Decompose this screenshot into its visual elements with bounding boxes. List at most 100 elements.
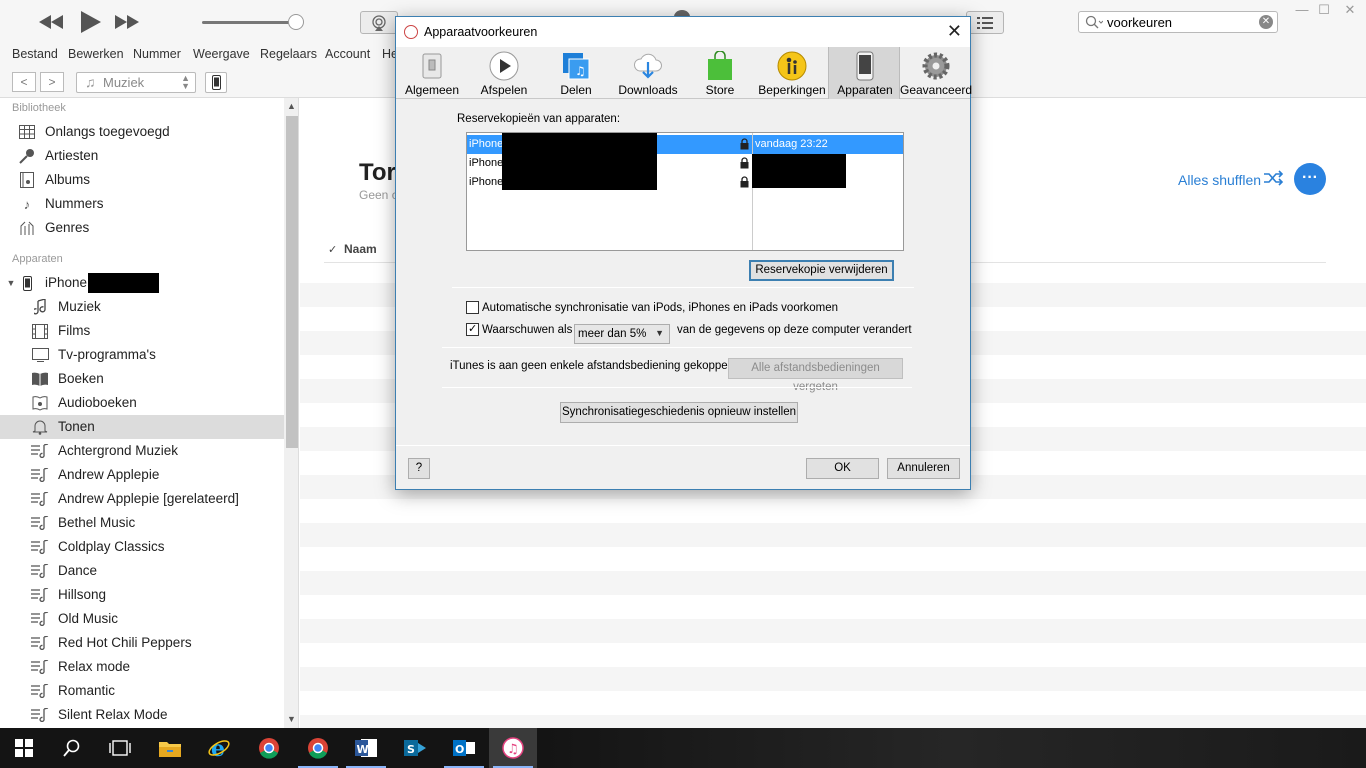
warn-threshold-select[interactable]: meer dan 5% ▼ [574,324,670,344]
sidebar-item-andrew-applepie-gerelateerd[interactable]: Andrew Applepie [gerelateerd] [0,487,284,511]
reset-sync-history-button[interactable]: Synchronisatiegeschiedenis opnieuw inste… [560,402,798,423]
redacted-block [88,273,159,293]
volume-slider[interactable] [202,21,296,24]
sidebar-item-label: Bethel Music [58,515,136,530]
sidebar-item-songs[interactable]: ♪ Nummers [0,192,284,216]
sidebar-item-artists[interactable]: Artiesten [0,144,284,168]
forget-remotes-button[interactable]: Alle afstandsbedieningen vergeten [728,358,903,393]
ok-button[interactable]: OK [806,458,879,479]
sidebar-item-muziek[interactable]: Muziek [0,295,284,319]
playlist-icon [31,514,49,532]
more-options-button[interactable]: ··· [1294,163,1326,195]
warn-checkbox[interactable]: ✓ [466,323,479,336]
cancel-button[interactable]: Annuleren [887,458,960,479]
fast-forward-icon [115,15,139,29]
sidebar-item-films[interactable]: Films [0,319,284,343]
tab-downloads[interactable]: Downloads [612,47,684,99]
sidebar-item-boeken[interactable]: Boeken [0,367,284,391]
close-window-button[interactable]: ✕ [1340,2,1360,18]
task-view-button[interactable] [96,728,144,768]
sidebar-device-iphone[interactable]: ▼ iPhone [0,271,284,295]
tab-afspelen[interactable]: Afspelen [468,47,540,99]
column-check-header[interactable]: ✓ [328,243,337,256]
search-icon [1085,15,1104,32]
search-input[interactable]: voorkeuren ✕ [1078,11,1278,33]
auto-sync-checkbox[interactable] [466,301,479,314]
scroll-up-icon[interactable]: ▲ [287,101,296,111]
outlook-button[interactable]: O [440,728,488,768]
menu-nummer[interactable]: Nummer [133,47,181,61]
sidebar-item-label: Artiesten [45,148,99,163]
menu-bestand[interactable]: Bestand [12,47,58,61]
scroll-down-icon[interactable]: ▼ [287,714,296,724]
sidebar-item-label: Films [58,323,91,338]
dialog-titlebar: Apparaatvoorkeuren ✕ [396,17,970,47]
menu-weergave[interactable]: Weergave [193,47,250,61]
tab-apparaten[interactable]: Apparaten [828,47,900,99]
delete-backup-button[interactable]: Reservekopie verwijderen [749,260,894,281]
maximize-button[interactable]: ☐ [1314,2,1334,18]
volume-knob[interactable] [288,14,304,30]
sidebar-item-andrew-applepie[interactable]: Andrew Applepie [0,463,284,487]
tab-algemeen[interactable]: Algemeen [396,47,468,99]
tab-delen[interactable]: ♫ Delen [540,47,612,99]
internet-explorer-button[interactable]: e [195,728,243,768]
chrome-button-2[interactable] [294,728,342,768]
sidebar-item-genres[interactable]: Genres [0,216,284,240]
sidebar-item-hillsong[interactable]: Hillsong [0,583,284,607]
help-button[interactable]: ? [408,458,430,479]
film-icon [31,322,49,340]
sidebar-item-albums[interactable]: Albums [0,168,284,192]
menu-account[interactable]: Account [325,47,370,61]
up-next-button[interactable] [966,11,1004,34]
sidebar-item-dance[interactable]: Dance [0,559,284,583]
sidebar-item-bethel-music[interactable]: Bethel Music [0,511,284,535]
back-button[interactable]: < [12,72,36,92]
device-button[interactable] [205,72,227,93]
separator [442,347,912,348]
tab-beperkingen[interactable]: Beperkingen [756,47,828,99]
sidebar-item-red-hot-chili-peppers[interactable]: Red Hot Chili Peppers [0,631,284,655]
taskbar-search-button[interactable] [48,728,96,768]
file-explorer-button[interactable] [146,728,194,768]
next-button[interactable] [112,8,142,36]
sidebar-item-achtergrond-muziek[interactable]: Achtergrond Muziek [0,439,284,463]
taskbar-background [540,728,1366,768]
sidebar-item-audioboeken[interactable]: Audioboeken [0,391,284,415]
sidebar-item-romantic[interactable]: Romantic [0,679,284,703]
chrome-button[interactable] [245,728,293,768]
sidebar-item-recent[interactable]: Onlangs toegevoegd [0,120,284,144]
sidebar-item-tv-programma-s[interactable]: Tv-programma's [0,343,284,367]
library-header: Bibliotheek [12,102,66,114]
playlist-icon [31,586,49,604]
menu-bewerken[interactable]: Bewerken [68,47,124,61]
backups-list[interactable]: iPhone vandaag 23:22 iPhone iPhone [466,132,904,251]
start-button[interactable] [0,728,48,768]
sidebar-item-coldplay-classics[interactable]: Coldplay Classics [0,535,284,559]
sidebar-item-tonen[interactable]: Tonen [0,415,284,439]
itunes-button[interactable]: ♫ [489,728,537,768]
sidebar-item-label: Dance [58,563,98,578]
media-kind-select[interactable]: ♫ Muziek ▲ ▼ [76,72,196,93]
previous-button[interactable] [36,8,66,36]
word-button[interactable]: W [342,728,390,768]
minimize-button[interactable]: — [1292,2,1312,18]
clear-search-icon[interactable]: ✕ [1259,15,1273,29]
forward-button[interactable]: > [40,72,64,92]
sharepoint-button[interactable]: S [391,728,439,768]
airplay-button[interactable] [360,11,398,34]
tab-geavanceerd[interactable]: Geavanceerd [900,47,972,99]
sidebar-scroll-thumb[interactable] [286,116,298,448]
sidebar-item-relax-mode[interactable]: Relax mode [0,655,284,679]
close-icon[interactable]: ✕ [947,21,962,42]
shuffle-all-link[interactable]: Alles shufflen [1178,172,1261,188]
play-button[interactable] [76,8,106,36]
chrome-icon [259,738,279,759]
menu-regelaars[interactable]: Regelaars [260,47,317,61]
column-name-header[interactable]: Naam [344,242,377,256]
sidebar-item-old-music[interactable]: Old Music [0,607,284,631]
tab-store[interactable]: Store [684,47,756,99]
sidebar-item-label: Coldplay Classics [58,539,165,554]
sidebar-item-label: Muziek [58,299,101,314]
sidebar-item-silent-relax-mode[interactable]: Silent Relax Mode [0,703,284,727]
